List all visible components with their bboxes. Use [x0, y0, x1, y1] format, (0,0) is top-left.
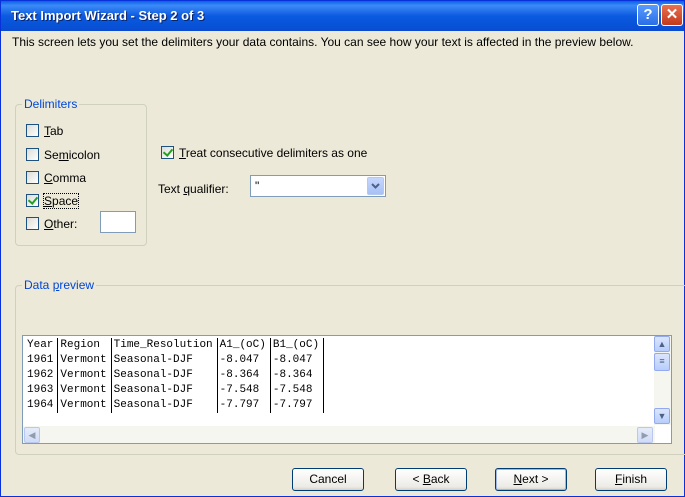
preview-table: Year Region Time_Resolution A1_(oC) B1_(oC) 1… — [25, 338, 325, 413]
semicolon-label: Semicolon — [44, 147, 101, 162]
step-description: This screen lets you set the delimiters … — [12, 35, 634, 49]
title-bar[interactable]: Text Import Wizard - Step 2 of 3 ? ✕ — [1, 1, 684, 31]
cancel-button[interactable]: Cancel — [292, 468, 364, 491]
table-cell: Year — [25, 338, 59, 353]
table-cell: Vermont — [57, 368, 112, 383]
other-label: Other: — [44, 216, 78, 231]
text-qualifier-label: Text qualifier: — [158, 182, 229, 196]
table-cell: B1_(oC) — [270, 338, 325, 353]
table-row: Year Region Time_Resolution A1_(oC) B1_(oC) — [25, 338, 325, 353]
scroll-thumb[interactable]: ≡ — [654, 353, 670, 371]
space-label: Space — [42, 192, 80, 209]
scroll-left-icon[interactable]: ◀ — [24, 427, 40, 443]
comma-checkbox[interactable] — [26, 171, 39, 184]
table-cell: Seasonal-DJF — [111, 353, 218, 368]
table-cell: 1962 — [25, 368, 59, 383]
table-row: 1961 Vermont Seasonal-DJF -8.047 -8.047 — [25, 353, 325, 368]
horizontal-scrollbar[interactable]: ◀ ▶ — [23, 426, 655, 443]
text-qualifier-value: " — [255, 179, 260, 193]
semicolon-checkbox[interactable] — [26, 148, 39, 161]
table-cell: Seasonal-DJF — [111, 383, 218, 398]
table-cell: -7.797 — [217, 398, 271, 413]
scroll-right-icon[interactable]: ▶ — [637, 427, 653, 443]
back-button[interactable]: < Back — [395, 468, 467, 491]
table-cell: Vermont — [57, 353, 112, 368]
other-checkbox-row[interactable]: Other: — [26, 215, 77, 232]
help-button[interactable]: ? — [637, 4, 659, 26]
comma-label: Comma — [44, 170, 87, 185]
table-cell: 1964 — [25, 398, 59, 413]
data-preview-legend: Data preview — [22, 278, 97, 292]
dialog-title: Text Import Wizard - Step 2 of 3 — [11, 8, 205, 23]
table-cell: Seasonal-DJF — [111, 398, 218, 413]
table-cell: Seasonal-DJF — [111, 368, 218, 383]
table-cell: -8.364 — [217, 368, 271, 383]
consecutive-label: Treat consecutive delimiters as one — [179, 145, 368, 160]
table-cell: -8.047 — [217, 353, 271, 368]
table-cell: -8.364 — [270, 368, 325, 383]
table-cell: Time_Resolution — [111, 338, 218, 353]
other-delimiter-input[interactable] — [100, 211, 136, 233]
chevron-down-icon — [371, 183, 380, 189]
scroll-down-icon[interactable]: ▼ — [654, 408, 670, 424]
next-button[interactable]: Next > — [495, 468, 567, 491]
table-cell: 1961 — [25, 353, 59, 368]
tab-checkbox[interactable] — [26, 124, 39, 137]
data-preview-box[interactable]: Year Region Time_Resolution A1_(oC) B1_(oC) 1… — [22, 335, 672, 444]
vertical-scrollbar[interactable]: ▲ ≡ ▼ — [654, 336, 671, 425]
space-checkbox-row[interactable]: Space — [26, 192, 80, 209]
text-qualifier-select[interactable]: " — [250, 175, 386, 197]
comma-checkbox-row[interactable]: Comma — [26, 169, 86, 186]
semicolon-checkbox-row[interactable]: Semicolon — [26, 146, 100, 163]
scroll-up-icon[interactable]: ▲ — [654, 336, 670, 352]
table-cell: -7.548 — [270, 383, 325, 398]
table-row: 1964 Vermont Seasonal-DJF -7.797 -7.797 — [25, 398, 325, 413]
table-cell: -8.047 — [270, 353, 325, 368]
other-checkbox[interactable] — [26, 217, 39, 230]
tab-label: Tab — [44, 123, 64, 138]
space-checkbox[interactable] — [26, 194, 39, 207]
delimiters-legend: Delimiters — [22, 97, 80, 111]
consecutive-checkbox[interactable] — [161, 146, 174, 159]
table-cell: -7.548 — [217, 383, 271, 398]
table-row: 1962 Vermont Seasonal-DJF -8.364 -8.364 — [25, 368, 325, 383]
finish-button[interactable]: Finish — [595, 468, 667, 491]
table-cell: 1963 — [25, 383, 59, 398]
table-cell: Vermont — [57, 398, 112, 413]
dialog-window: Text Import Wizard - Step 2 of 3 ? ✕ Thi… — [0, 0, 685, 497]
close-button[interactable]: ✕ — [661, 4, 683, 26]
dropdown-button[interactable] — [367, 177, 384, 195]
tab-checkbox-row[interactable]: Tab — [26, 122, 63, 139]
table-cell: -7.797 — [270, 398, 325, 413]
table-row: 1963 Vermont Seasonal-DJF -7.548 -7.548 — [25, 383, 325, 398]
table-cell: Region — [57, 338, 112, 353]
consecutive-checkbox-row[interactable]: Treat consecutive delimiters as one — [161, 144, 367, 161]
table-cell: A1_(oC) — [217, 338, 271, 353]
table-cell: Vermont — [57, 383, 112, 398]
